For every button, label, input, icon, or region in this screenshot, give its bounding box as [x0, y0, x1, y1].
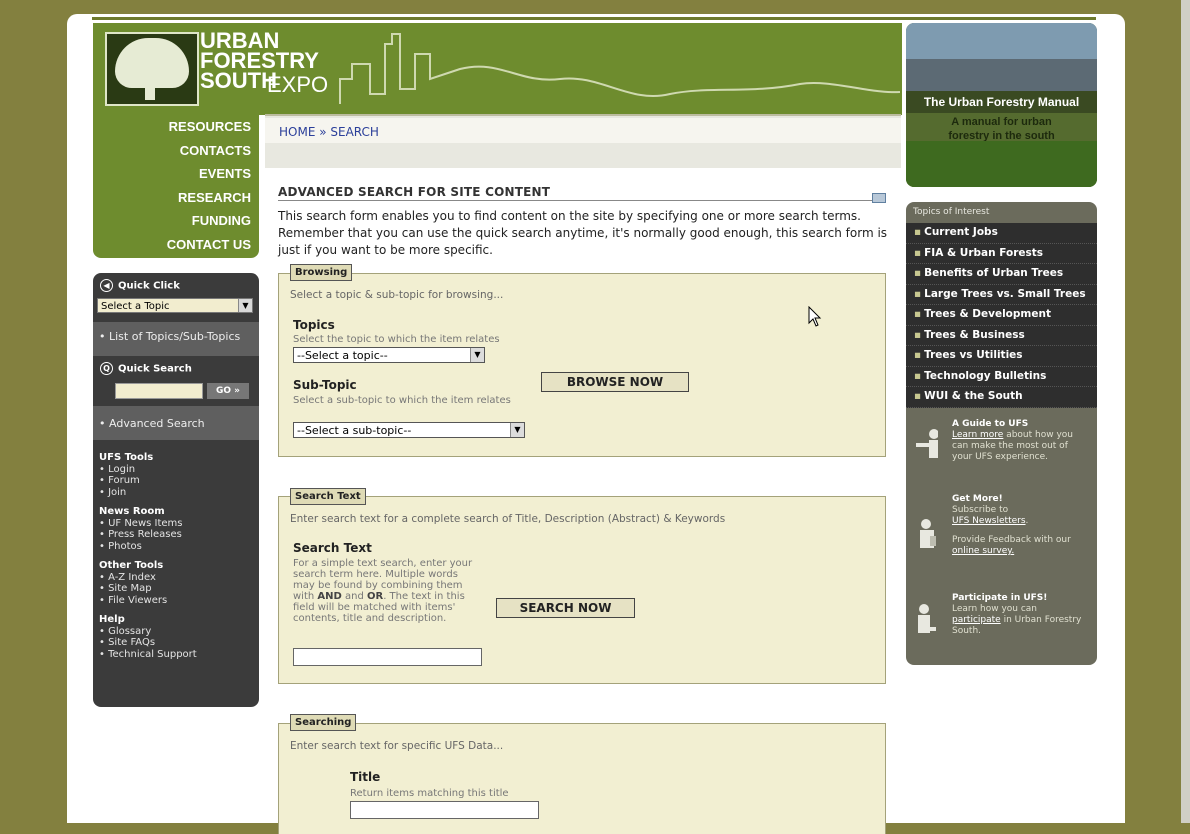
nav-resources[interactable]: RESOURCES	[93, 115, 259, 139]
browsing-legend: Browsing	[290, 264, 353, 281]
quick-click-select[interactable]: Select a Topic ▼	[97, 298, 253, 313]
nav-contact-us[interactable]: CONTACT US	[93, 233, 259, 257]
search-text-desc: Enter search text for a complete search …	[290, 513, 726, 525]
tools-link-login[interactable]: • Login	[99, 464, 254, 476]
nav-research[interactable]: RESEARCH	[93, 186, 259, 210]
search-now-button[interactable]: SEARCH NOW	[496, 598, 635, 618]
browsing-desc: Select a topic & sub-topic for browsing.…	[290, 289, 504, 301]
search-text-input[interactable]	[293, 648, 482, 666]
tools-heading: UFS Tools	[99, 452, 154, 463]
learn-more-link[interactable]: Learn more	[952, 430, 1003, 440]
tools-link-forum[interactable]: • Forum	[99, 475, 254, 487]
other-link-index[interactable]: • A-Z Index	[99, 572, 254, 584]
newsroom-heading: News Room	[99, 506, 165, 517]
newsletters-link[interactable]: UFS Newsletters	[952, 516, 1026, 526]
interest-item[interactable]: ▪ FIA & Urban Forests	[906, 244, 1097, 264]
main-nav: RESOURCES CONTACTS EVENTS RESEARCH FUNDI…	[93, 115, 259, 258]
topics-help: Select the topic to which the item relat…	[293, 334, 500, 345]
search-icon: Q	[100, 362, 113, 375]
online-survey-link[interactable]: online survey.	[952, 546, 1014, 556]
go-button[interactable]: GO »	[207, 383, 249, 399]
subtopic-select[interactable]: --Select a sub-topic-- ▼	[293, 422, 525, 438]
urban-forestry-manual-banner[interactable]: The Urban Forestry Manual A manual for u…	[906, 23, 1097, 187]
nav-contacts[interactable]: CONTACTS	[93, 139, 259, 163]
search-text-legend: Search Text	[290, 488, 366, 505]
interest-item[interactable]: ▪ Current Jobs	[906, 223, 1097, 244]
interest-item[interactable]: ▪ Large Trees vs. Small Trees	[906, 285, 1097, 305]
participant-figure-icon	[918, 604, 936, 633]
intro-text: This search form enables you to find con…	[278, 209, 888, 257]
other-tools-heading: Other Tools	[99, 560, 164, 571]
searching-legend: Searching	[290, 714, 357, 731]
reading-figure-icon	[920, 519, 936, 548]
topics-of-interest-title: Topics of Interest	[913, 207, 990, 217]
news-link-press[interactable]: • Press Releases	[99, 529, 254, 541]
pointing-figure-icon	[916, 429, 938, 458]
guide-promo: A Guide to UFS Learn more about how you …	[952, 419, 1073, 462]
news-link-items[interactable]: • UF News Items	[99, 518, 254, 530]
topics-label: Topics	[293, 318, 335, 332]
tools-list: UFS Tools • Login • Forum • Join News Ro…	[99, 452, 254, 660]
title-input[interactable]	[350, 801, 539, 819]
interest-item[interactable]: ▪ WUI & the South	[906, 387, 1097, 408]
window-scrollbar[interactable]	[1181, 0, 1190, 823]
page-title: ADVANCED SEARCH FOR SITE CONTENT	[278, 185, 880, 201]
browse-now-button[interactable]: BROWSE NOW	[541, 372, 689, 392]
participate-promo: Participate in UFS! Learn how you can pa…	[952, 593, 1082, 636]
arrow-circle-icon: ◀	[100, 279, 113, 292]
other-link-sitemap[interactable]: • Site Map	[99, 583, 254, 595]
interest-item[interactable]: ▪ Trees & Business	[906, 326, 1097, 346]
topics-of-interest-list: ▪ Current Jobs ▪ FIA & Urban Forests ▪ Bene…	[906, 223, 1097, 408]
subtopic-help: Select a sub-topic to which the item rel…	[293, 395, 511, 406]
topics-select[interactable]: --Select a topic-- ▼	[293, 347, 485, 363]
search-text-label: Search Text	[293, 541, 372, 555]
title-label: Title	[350, 770, 381, 784]
logo-tree-icon[interactable]	[105, 32, 199, 106]
interest-item[interactable]: ▪ Technology Bulletins	[906, 367, 1097, 387]
quick-search-header: Q Quick Search	[100, 362, 192, 375]
subtopic-label: Sub-Topic	[293, 378, 357, 392]
quick-click-header: ◀ Quick Click	[100, 279, 180, 292]
participate-link[interactable]: participate	[952, 615, 1001, 625]
mouse-cursor-icon	[808, 306, 822, 327]
tools-link-join[interactable]: • Join	[99, 487, 254, 499]
chevron-down-icon[interactable]: ▼	[470, 348, 484, 362]
quick-search-input[interactable]	[115, 383, 203, 399]
get-more-promo: Get More! Subscribe to UFS Newsletters. …	[952, 494, 1071, 556]
interest-item[interactable]: ▪ Trees vs Utilities	[906, 346, 1097, 367]
top-rule	[92, 17, 1096, 20]
news-link-photos[interactable]: • Photos	[99, 541, 254, 553]
searching-desc: Enter search text for specific UFS Data.…	[290, 740, 504, 752]
interest-item[interactable]: ▪ Trees & Development	[906, 305, 1097, 326]
skyline-graphic	[339, 33, 900, 104]
advanced-search-link[interactable]: • Advanced Search	[99, 417, 205, 430]
chevron-down-icon[interactable]: ▼	[510, 423, 524, 437]
list-topics-link[interactable]: • List of Topics/Sub-Topics	[99, 330, 240, 343]
search-text-help: For a simple text search, enter your sea…	[293, 558, 473, 624]
nav-events[interactable]: EVENTS	[93, 162, 259, 186]
nav-funding[interactable]: FUNDING	[93, 209, 259, 233]
other-link-viewers[interactable]: • File Viewers	[99, 595, 254, 607]
email-icon[interactable]	[872, 193, 886, 203]
help-heading: Help	[99, 614, 125, 625]
help-link-glossary[interactable]: • Glossary	[99, 626, 254, 638]
chevron-down-icon[interactable]: ▼	[238, 299, 252, 312]
interest-item[interactable]: ▪ Benefits of Urban Trees	[906, 264, 1097, 285]
help-link-support[interactable]: • Technical Support	[99, 649, 254, 661]
breadcrumb[interactable]: HOME » SEARCH	[279, 125, 379, 139]
logo-expo: EXPO	[267, 72, 329, 97]
help-link-faqs[interactable]: • Site FAQs	[99, 637, 254, 649]
title-help: Return items matching this title	[350, 788, 509, 799]
